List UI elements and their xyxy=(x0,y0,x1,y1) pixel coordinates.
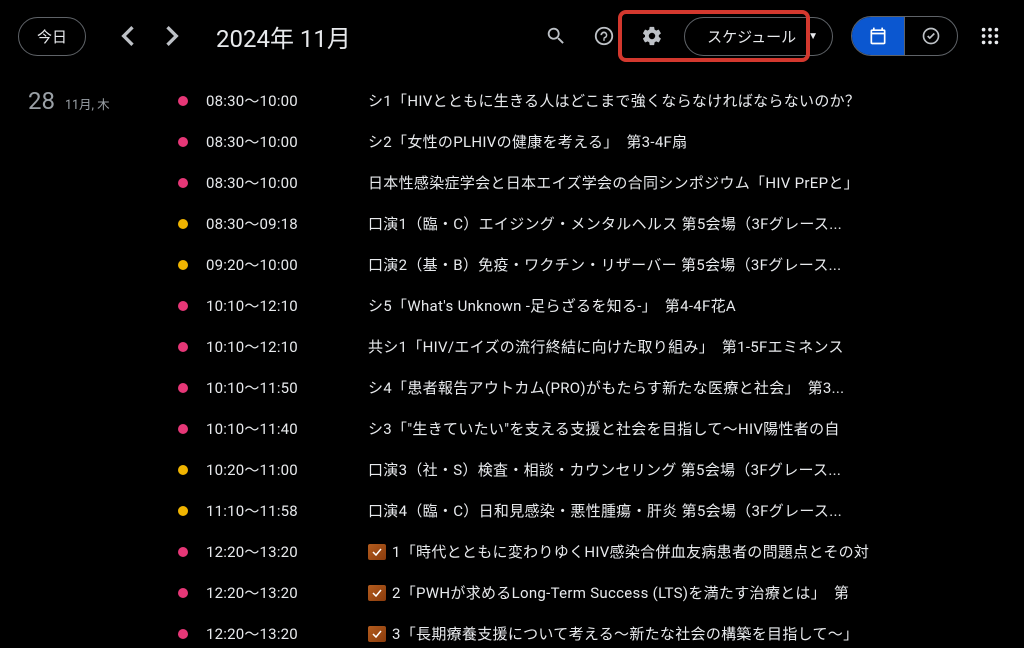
event-title-col: 口演3（社・S）検査・相談・カウンセリング 第5会場（3Fグレース... xyxy=(368,459,1024,480)
tasks-mode-button[interactable] xyxy=(904,17,957,55)
event-color-dot xyxy=(178,96,188,106)
help-icon[interactable] xyxy=(582,14,626,58)
event-time: 10:10～11:50 xyxy=(188,377,368,398)
event-list: 2811月, 木08:30～10:00シ1「HIVとともに生きる人はどこまで強く… xyxy=(0,72,1024,648)
event-color-dot xyxy=(178,465,188,475)
event-title: 日本性感染症学会と日本エイズ学会の合同シンポジウム「HIV PrEPと」 xyxy=(368,172,859,193)
event-row[interactable]: 10:10～12:10シ5「What's Unknown -足らざるを知る-」 … xyxy=(0,285,1024,326)
event-color-dot xyxy=(178,219,188,229)
event-title-col: 日本性感染症学会と日本エイズ学会の合同シンポジウム「HIV PrEPと」 xyxy=(368,172,1024,193)
event-row[interactable]: 10:20～11:00口演3（社・S）検査・相談・カウンセリング 第5会場（3F… xyxy=(0,449,1024,490)
next-arrow-icon[interactable] xyxy=(152,16,192,56)
event-time: 11:10～11:58 xyxy=(188,500,368,521)
event-time: 09:20～10:00 xyxy=(188,254,368,275)
event-color-dot xyxy=(178,260,188,270)
event-row[interactable]: 10:10～11:50シ4「患者報告アウトカム(PRO)がもたらす新たな医療と社… xyxy=(0,367,1024,408)
event-title-col: 1「時代とともに変わりゆくHIV感染合併血友病患者の問題点とその対 xyxy=(368,541,1024,562)
event-time: 08:30～10:00 xyxy=(188,131,368,152)
event-row[interactable]: 11:10～11:58口演4（臨・C）日和見感染・悪性腫瘍・肝炎 第5会場（3F… xyxy=(0,490,1024,531)
event-time: 08:30～10:00 xyxy=(188,90,368,111)
event-title-col: シ3「"生きていたい"を支える支援と社会を目指して～HIV陽性者の自 xyxy=(368,418,1024,439)
event-row[interactable]: 12:20～13:20 3「長期療養支援について考える～新たな社会の構築を目指して… xyxy=(0,613,1024,648)
event-time: 08:30～10:00 xyxy=(188,172,368,193)
event-title-col: 口演4（臨・C）日和見感染・悪性腫瘍・肝炎 第5会場（3Fグレース... xyxy=(368,500,1024,521)
header-bar: 今日 2024年 11月 スケジュール ▼ xyxy=(0,0,1024,72)
event-row[interactable]: 10:10～11:40シ3「"生きていたい"を支える支援と社会を目指して～HIV… xyxy=(0,408,1024,449)
event-title: 1「時代とともに変わりゆくHIV感染合併血友病患者の問題点とその対 xyxy=(392,541,869,562)
event-title: シ1「HIVとともに生きる人はどこまで強くならなければならないのか？ xyxy=(368,90,860,111)
month-title: 2024年 11月 xyxy=(216,19,530,54)
event-color-dot xyxy=(178,137,188,147)
date-number: 28 xyxy=(28,87,55,115)
chevron-down-icon: ▼ xyxy=(808,31,818,42)
event-title-col: 3「長期療養支援について考える～新たな社会の構築を目指して～」 xyxy=(368,623,1024,644)
event-time: 10:10～12:10 xyxy=(188,295,368,316)
event-time: 12:20～13:20 xyxy=(188,541,368,562)
search-icon[interactable] xyxy=(534,14,578,58)
gear-icon[interactable] xyxy=(630,14,674,58)
event-title: 共シ1「HIV/エイズの流行終結に向けた取り組み」 第1-5Fエミネンス xyxy=(368,336,844,357)
calendar-mode-button[interactable] xyxy=(852,17,904,55)
event-time: 12:20～13:20 xyxy=(188,582,368,603)
event-row[interactable]: 08:30～10:00日本性感染症学会と日本エイズ学会の合同シンポジウム「HIV… xyxy=(0,162,1024,203)
event-title-col: 口演1（臨・C）エイジング・メンタルヘルス 第5会場（3Fグレース... xyxy=(368,213,1024,234)
event-time: 10:10～12:10 xyxy=(188,336,368,357)
sponsor-badge-icon xyxy=(368,585,386,601)
view-dropdown[interactable]: スケジュール ▼ xyxy=(684,17,833,56)
event-title: 口演1（臨・C）エイジング・メンタルヘルス 第5会場（3Fグレース... xyxy=(368,213,842,234)
event-color-dot xyxy=(178,301,188,311)
event-color-dot xyxy=(178,588,188,598)
event-title: シ2「女性のPLHIVの健康を考える」 第3-4F扇 xyxy=(368,131,687,152)
apps-grid-icon[interactable] xyxy=(968,14,1012,58)
event-title-col: 共シ1「HIV/エイズの流行終結に向けた取り組み」 第1-5Fエミネンス xyxy=(368,336,1024,357)
event-title: 2「PWHが求めるLong-Term Success (LTS)を満たす治療とは… xyxy=(392,582,849,603)
today-button[interactable]: 今日 xyxy=(18,17,86,56)
event-time: 08:30～09:18 xyxy=(188,213,368,234)
event-title-col: シ4「患者報告アウトカム(PRO)がもたらす新たな医療と社会」 第3... xyxy=(368,377,1024,398)
mode-toggle-group xyxy=(851,16,958,56)
sponsor-badge-icon xyxy=(368,626,386,642)
event-color-dot xyxy=(178,424,188,434)
event-time: 12:20～13:20 xyxy=(188,623,368,644)
event-color-dot xyxy=(178,547,188,557)
event-color-dot xyxy=(178,178,188,188)
prev-arrow-icon[interactable] xyxy=(108,16,148,56)
event-time: 10:20～11:00 xyxy=(188,459,368,480)
event-row[interactable]: 28 11月, 木 08:30～10:00シ1「HIVとともに生きる人はどこまで強く… xyxy=(0,80,1024,121)
event-title: 3「長期療養支援について考える～新たな社会の構築を目指して～」 xyxy=(392,623,858,644)
event-title-col: 口演2（基・B）免疫・ワクチン・リザーバー 第5会場（3Fグレース... xyxy=(368,254,1024,275)
event-title-col: シ2「女性のPLHIVの健康を考える」 第3-4F扇 xyxy=(368,131,1024,152)
event-title: 口演4（臨・C）日和見感染・悪性腫瘍・肝炎 第5会場（3Fグレース... xyxy=(368,500,842,521)
event-row[interactable]: 12:20～13:20 1「時代とともに変わりゆくHIV感染合併血友病患者の問題点… xyxy=(0,531,1024,572)
date-weekday: 11月, 木 xyxy=(65,94,110,113)
view-dropdown-label: スケジュール xyxy=(707,26,796,47)
event-title: シ5「What's Unknown -足らざるを知る-」 第4-4F花A xyxy=(368,295,736,316)
event-color-dot xyxy=(178,506,188,516)
event-title: シ3「"生きていたい"を支える支援と社会を目指して～HIV陽性者の自 xyxy=(368,418,840,439)
event-title: 口演2（基・B）免疫・ワクチン・リザーバー 第5会場（3Fグレース... xyxy=(368,254,841,275)
event-title-col: シ5「What's Unknown -足らざるを知る-」 第4-4F花A xyxy=(368,295,1024,316)
event-title-col: シ1「HIVとともに生きる人はどこまで強くならなければならないのか？ xyxy=(368,90,1024,111)
sponsor-badge-icon xyxy=(368,544,386,560)
event-color-dot xyxy=(178,383,188,393)
event-title: シ4「患者報告アウトカム(PRO)がもたらす新たな医療と社会」 第3... xyxy=(368,377,844,398)
event-row[interactable]: 10:10～12:10共シ1「HIV/エイズの流行終結に向けた取り組み」 第1-… xyxy=(0,326,1024,367)
event-row[interactable]: 09:20～10:00口演2（基・B）免疫・ワクチン・リザーバー 第5会場（3F… xyxy=(0,244,1024,285)
event-color-dot xyxy=(178,629,188,639)
event-title-col: 2「PWHが求めるLong-Term Success (LTS)を満たす治療とは… xyxy=(368,582,1024,603)
date-column: 28 11月, 木 xyxy=(28,87,178,115)
event-time: 10:10～11:40 xyxy=(188,418,368,439)
event-row[interactable]: 08:30～09:18口演1（臨・C）エイジング・メンタルヘルス 第5会場（3F… xyxy=(0,203,1024,244)
event-row[interactable]: 08:30～10:00シ2「女性のPLHIVの健康を考える」 第3-4F扇 xyxy=(0,121,1024,162)
event-row[interactable]: 12:20～13:20 2「PWHが求めるLong-Term Success (L… xyxy=(0,572,1024,613)
event-title: 口演3（社・S）検査・相談・カウンセリング 第5会場（3Fグレース... xyxy=(368,459,841,480)
event-color-dot xyxy=(178,342,188,352)
